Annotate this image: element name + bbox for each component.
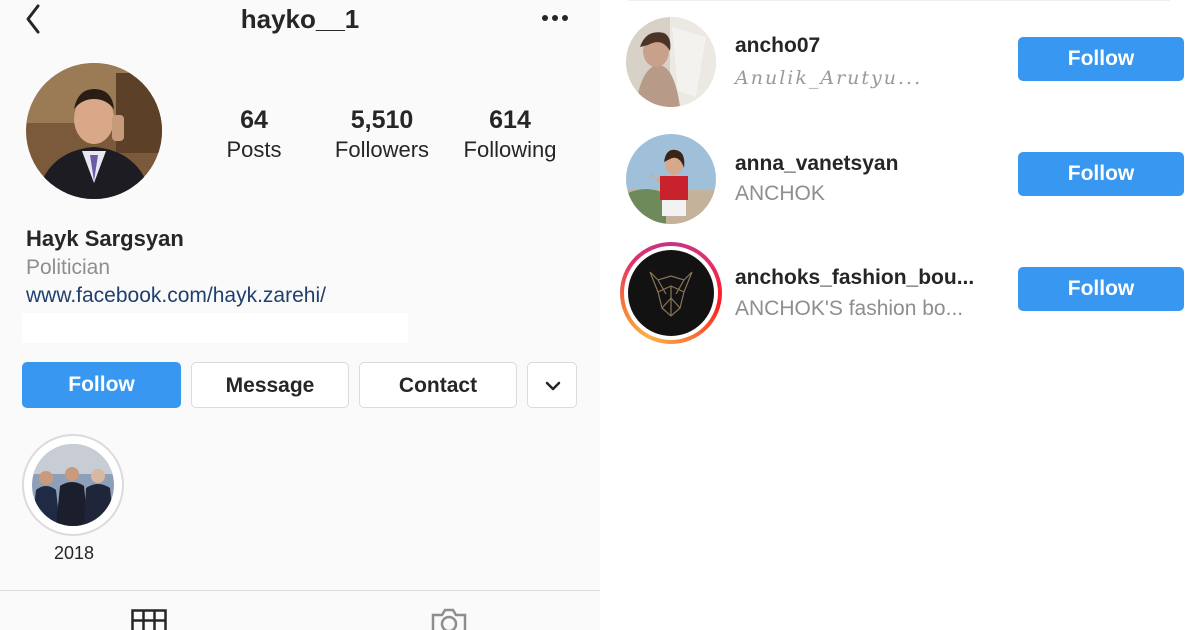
profile-avatar[interactable] xyxy=(26,63,162,199)
suggestion-follow-button[interactable]: Follow xyxy=(1018,37,1184,81)
profile-website-link[interactable]: www.facebook.com/hayk.zarehi/ xyxy=(26,284,326,308)
suggestion-avatar[interactable] xyxy=(626,134,716,224)
suggested-dropdown-button[interactable] xyxy=(527,362,577,408)
stat-following[interactable]: 614 Following xyxy=(450,105,570,165)
highlight-label: 2018 xyxy=(53,543,95,563)
suggestion-username[interactable]: anchoks_fashion_bou... xyxy=(735,266,974,290)
divider xyxy=(628,0,1170,1)
contact-button[interactable]: Contact xyxy=(359,362,517,408)
stat-followers-value: 5,510 xyxy=(350,106,414,134)
story-highlight[interactable] xyxy=(22,434,124,536)
grid-icon[interactable] xyxy=(131,609,167,630)
suggestion-avatar-story-ring[interactable] xyxy=(620,242,722,344)
profile-category: Politician xyxy=(26,256,111,279)
suggestion-avatar[interactable] xyxy=(626,17,716,107)
profile-full-name: Hayk Sargsyan xyxy=(26,226,184,251)
suggestion-follow-button[interactable]: Follow xyxy=(1018,267,1184,311)
stat-following-label: Following xyxy=(463,137,557,162)
profile-username: hayko__1 xyxy=(240,4,360,34)
suggestions-panel: ancho07 Anulik_Arutyu... Follow anna_van… xyxy=(600,0,1200,630)
suggestion-username[interactable]: ancho07 xyxy=(735,34,820,58)
profile-tab-bar xyxy=(0,590,600,630)
stat-followers-label: Followers xyxy=(334,137,430,162)
stat-posts-label: Posts xyxy=(226,137,282,162)
stat-followers[interactable]: 5,510 Followers xyxy=(322,105,442,165)
suggestion-username[interactable]: anna_vanetsyan xyxy=(735,152,898,176)
stat-posts[interactable]: 64 Posts xyxy=(194,105,314,165)
suggestion-subtitle: ANCHOK'S fashion bo... xyxy=(735,297,964,320)
message-button[interactable]: Message xyxy=(191,362,349,408)
suggestion-follow-button[interactable]: Follow xyxy=(1018,152,1184,196)
suggestion-row: anchoks_fashion_bou... ANCHOK'S fashion … xyxy=(600,242,1200,344)
suggestion-subtitle: ANCHOK xyxy=(735,182,825,205)
bio-redacted-line xyxy=(22,313,408,343)
suggestion-subtitle: Anulik_Arutyu... xyxy=(735,67,923,89)
more-options-icon[interactable] xyxy=(540,12,572,24)
suggestion-row: ancho07 Anulik_Arutyu... Follow xyxy=(600,12,1200,112)
highlight-cover-image xyxy=(32,444,114,526)
suggestion-row: anna_vanetsyan ANCHOK Follow xyxy=(600,130,1200,230)
follow-button[interactable]: Follow xyxy=(22,362,181,408)
stat-posts-value: 64 xyxy=(240,106,268,134)
tagged-photos-icon[interactable] xyxy=(430,607,468,630)
chevron-down-icon xyxy=(545,381,561,391)
stat-following-value: 614 xyxy=(489,106,531,134)
profile-panel: hayko__1 64 Posts 5,510 Followers 614 Fo… xyxy=(0,0,600,630)
